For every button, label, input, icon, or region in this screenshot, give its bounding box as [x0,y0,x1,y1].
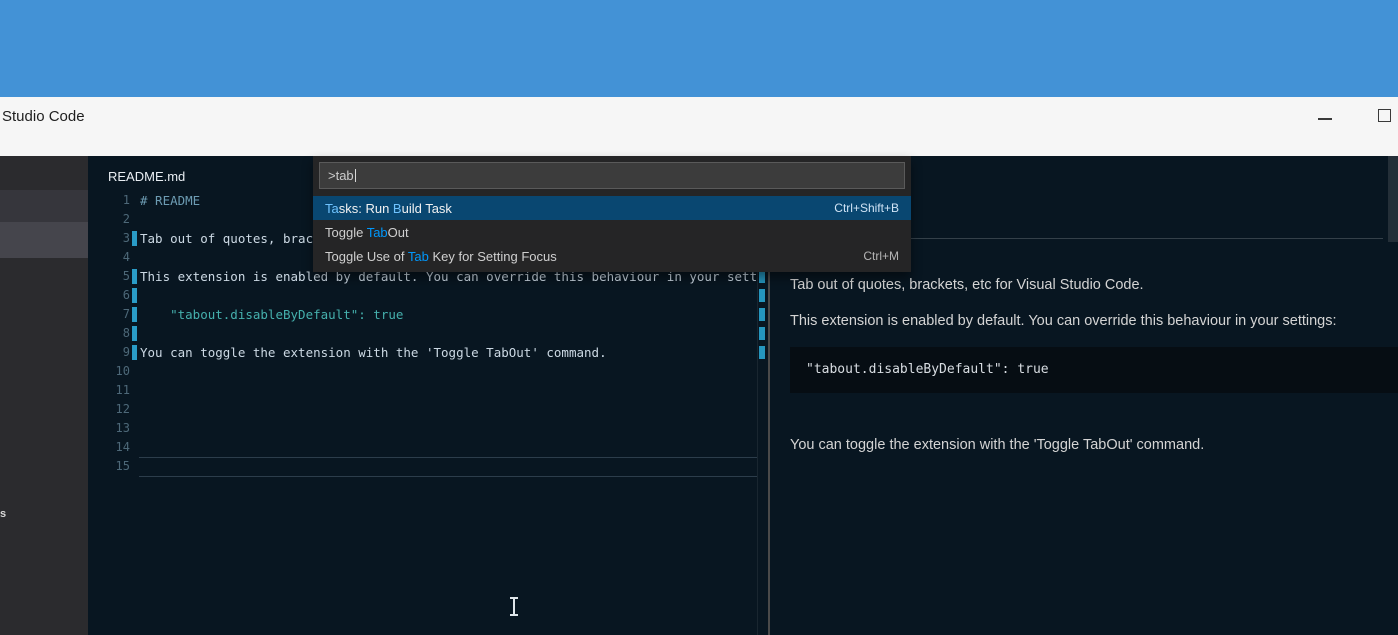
editor-line[interactable]: 7 "tabout.disableByDefault": true [88,305,757,324]
line-number: 5 [88,267,130,286]
preview-paragraph: Tab out of quotes, brackets, etc for Vis… [790,275,1383,295]
preview-scrollbar-thumb[interactable] [1388,156,1398,242]
mouse-text-cursor-icon [513,598,515,615]
line-text: You can toggle the extension with the 'T… [140,343,607,362]
line-number: 8 [88,324,130,343]
command-palette-input[interactable]: >tab [319,162,905,189]
side-panel-row[interactable] [0,190,88,222]
line-number: 1 [88,191,130,210]
overview-ruler-mark [759,308,765,321]
current-line-highlight [139,457,757,477]
editor-line[interactable]: 6 [88,286,757,305]
palette-item-keybinding: Ctrl+Shift+B [834,201,899,215]
preview-code-block: "tabout.disableByDefault": true [790,347,1398,393]
palette-item-label: Toggle Use of Tab Key for Setting Focus [325,249,557,264]
command-palette: >tab Tasks: Run Build Task Ctrl+Shift+B To… [313,156,911,272]
palette-item[interactable]: Toggle Use of Tab Key for Setting Focus C… [313,244,911,268]
preview-paragraph: This extension is enabled by default. Yo… [790,311,1383,331]
background-window [0,0,1398,97]
overview-ruler-mark [759,289,765,302]
line-number: 3 [88,229,130,248]
git-modified-indicator-icon [132,231,137,246]
line-text: "tabout.disableByDefault": true [140,305,403,324]
maximize-icon[interactable] [1378,109,1391,122]
palette-item-list: Tasks: Run Build Task Ctrl+Shift+B Toggle … [313,196,911,268]
overview-ruler-mark [759,327,765,340]
editor-line[interactable]: 9 You can toggle the extension with the '… [88,343,757,362]
editor-line[interactable]: 13 [88,419,757,438]
text-caret [355,169,356,182]
editor-line[interactable]: 8 [88,324,757,343]
side-panel-row-selected[interactable] [0,222,88,258]
line-number: 12 [88,400,130,419]
palette-item-label: Toggle TabOut [325,225,409,240]
editor-line[interactable]: 14 [88,438,757,457]
palette-item-label: Tasks: Run Build Task [325,201,452,216]
palette-item-keybinding: Ctrl+M [863,249,899,263]
side-panel: s [0,156,88,635]
line-number: 10 [88,362,130,381]
editor-line[interactable]: 12 [88,400,757,419]
palette-item[interactable]: Tasks: Run Build Task Ctrl+Shift+B [313,196,911,220]
line-number: 4 [88,248,130,267]
editor-line[interactable]: 11 [88,381,757,400]
window-titlebar: Studio Code [0,97,1398,156]
line-number: 15 [88,457,130,476]
overview-ruler-mark [759,346,765,359]
preview-paragraph: You can toggle the extension with the 'T… [790,435,1383,455]
line-number: 7 [88,305,130,324]
git-modified-indicator-icon [132,345,137,360]
editor-line[interactable]: 10 [88,362,757,381]
screen: Studio Code s README.md 1 # README 23 Tab o… [0,0,1398,635]
git-modified-indicator-icon [132,326,137,341]
line-number: 9 [88,343,130,362]
line-number: 14 [88,438,130,457]
git-modified-indicator-icon [132,307,137,322]
line-number: 2 [88,210,130,229]
window-title: Studio Code [2,108,85,125]
palette-query-text: >tab [328,168,354,183]
git-modified-indicator-icon [132,269,137,284]
minimize-icon[interactable] [1318,118,1332,120]
line-number: 6 [88,286,130,305]
palette-item[interactable]: Toggle TabOut [313,220,911,244]
line-number: 13 [88,419,130,438]
line-text: # README [140,191,200,210]
tab-readme[interactable]: README.md [108,169,185,184]
side-panel-text-fragment: s [0,508,6,520]
git-modified-indicator-icon [132,288,137,303]
line-number: 11 [88,381,130,400]
